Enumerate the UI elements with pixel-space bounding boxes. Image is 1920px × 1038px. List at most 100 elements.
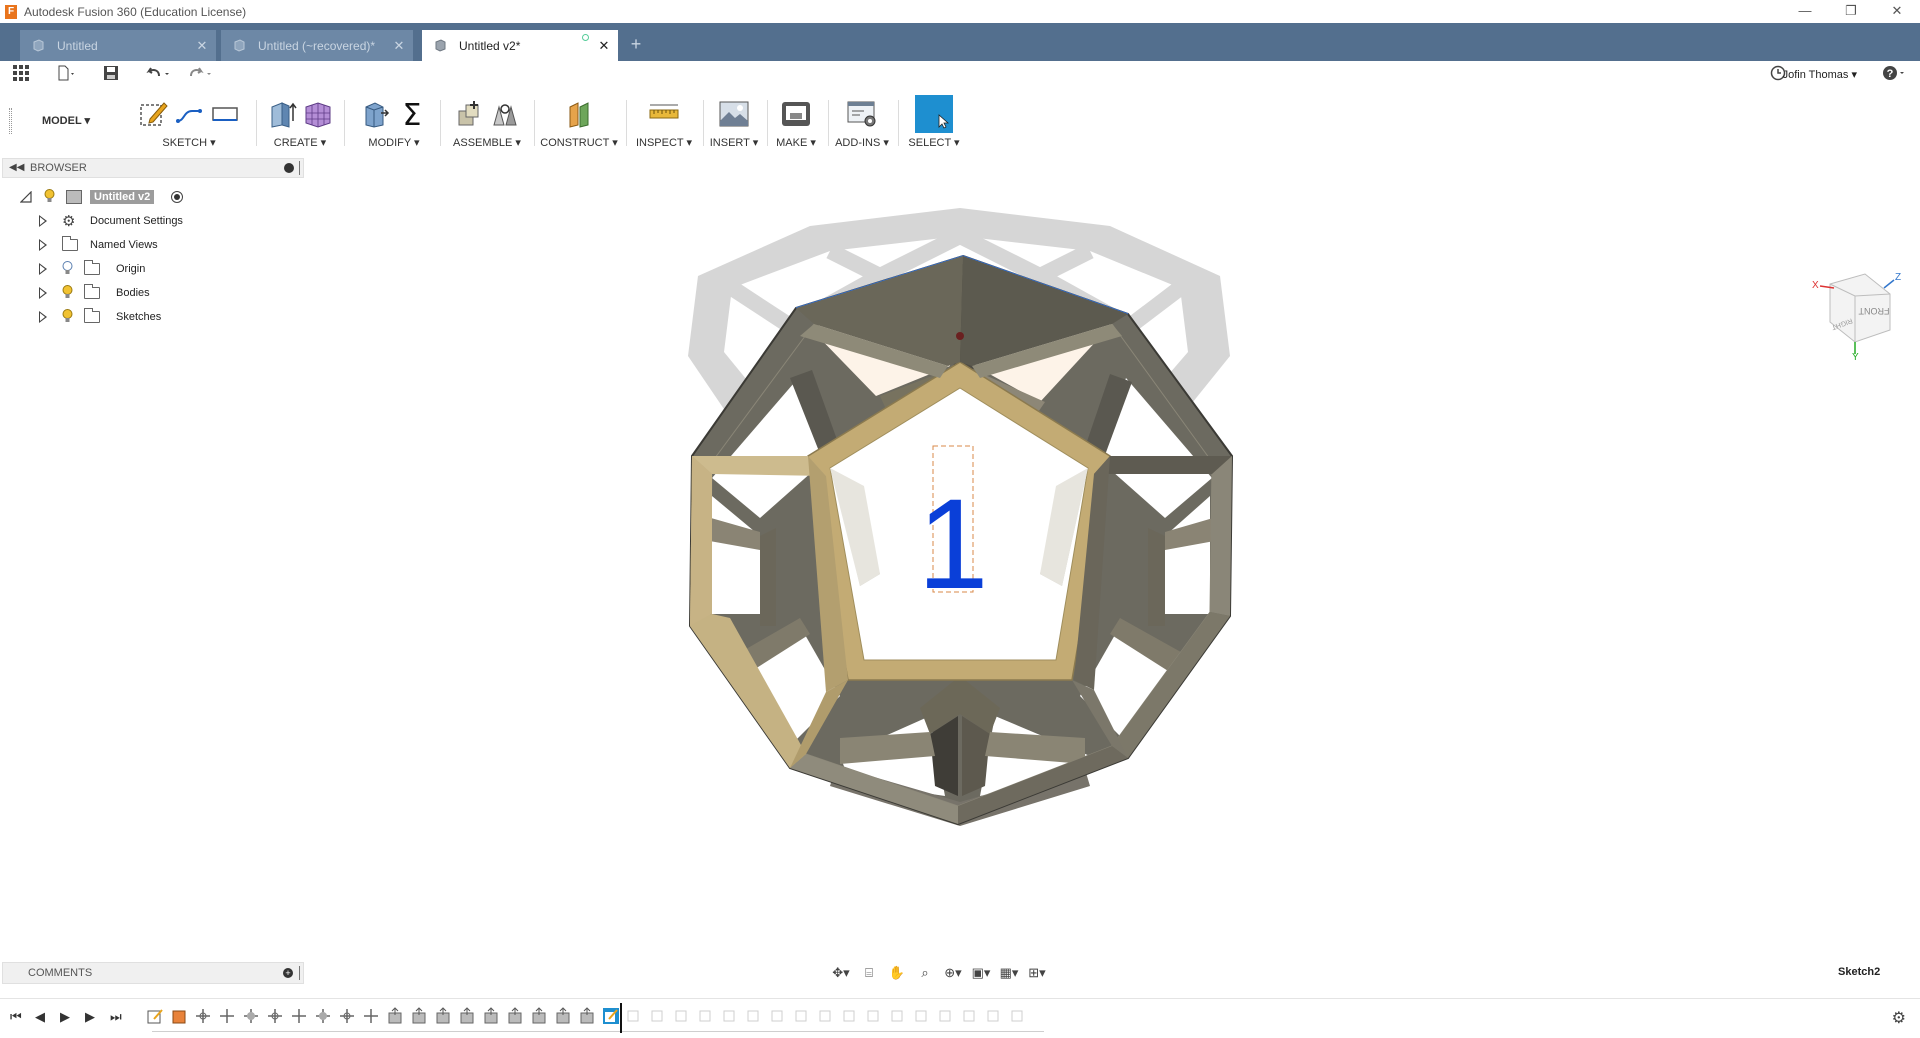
- zoom-icon[interactable]: ⌕: [914, 964, 936, 982]
- group-construct: CONSTRUCT ▾: [538, 94, 620, 152]
- timeline-press-pull-icon[interactable]: [530, 1007, 548, 1025]
- timeline-move-icon[interactable]: [314, 1007, 332, 1025]
- fusion-logo-icon: F: [5, 4, 17, 19]
- close-tab-icon[interactable]: ✕: [594, 38, 614, 54]
- toolbar-ribbon: MODEL ▾ SKETCH ▾ CREATE ▾ Σ MODIFY ▾ ASS…: [0, 90, 1920, 156]
- group-label-create[interactable]: CREATE ▾: [262, 136, 338, 149]
- group-label-select[interactable]: SELECT ▾: [902, 136, 966, 149]
- close-tab-icon[interactable]: ✕: [192, 38, 212, 54]
- joint-icon[interactable]: [489, 98, 521, 130]
- timeline-press-pull-icon[interactable]: [458, 1007, 476, 1025]
- sketch-text[interactable]: 1: [917, 473, 988, 616]
- group-label-addins[interactable]: ADD-INS ▾: [830, 136, 894, 149]
- view-cube[interactable]: FRONT RIGHT X Z Y: [1810, 266, 1906, 365]
- viewports-icon[interactable]: ⊞▾: [1026, 964, 1048, 982]
- comments-panel-header[interactable]: COMMENTS +: [2, 962, 304, 984]
- timeline-move-icon[interactable]: [194, 1007, 212, 1025]
- timeline-move-icon[interactable]: [362, 1007, 380, 1025]
- minimize-button[interactable]: —: [1782, 0, 1828, 23]
- add-comment-icon[interactable]: +: [283, 968, 293, 978]
- save-icon[interactable]: [98, 65, 124, 85]
- display-settings-icon[interactable]: ▣▾: [970, 964, 992, 982]
- ribbon-divider: [534, 100, 535, 146]
- group-label-insert[interactable]: INSERT ▾: [706, 136, 762, 149]
- extrude-icon[interactable]: [266, 98, 298, 130]
- timeline-extrude-icon[interactable]: [170, 1007, 188, 1025]
- ribbon-divider: [256, 100, 257, 146]
- go-to-start-icon[interactable]: ⏮: [10, 1009, 22, 1025]
- canvas-viewport[interactable]: 1 FRONT RIGHT X Z Y: [0, 156, 1920, 956]
- dodecahedron-model[interactable]: 1: [0, 156, 1920, 956]
- group-label-construct[interactable]: CONSTRUCT ▾: [538, 136, 620, 149]
- timeline-press-pull-icon[interactable]: [482, 1007, 500, 1025]
- tab-untitled-v2[interactable]: Untitled v2* ✕: [422, 30, 618, 61]
- timeline-marker[interactable]: [620, 1003, 622, 1033]
- step-back-icon[interactable]: ◀: [35, 1009, 45, 1025]
- group-label-modify[interactable]: MODIFY ▾: [352, 136, 436, 149]
- redo-icon[interactable]: [184, 65, 218, 85]
- group-label-assemble[interactable]: ASSEMBLE ▾: [446, 136, 528, 149]
- group-label-make[interactable]: MAKE ▾: [768, 136, 824, 149]
- go-to-end-icon[interactable]: ⏭: [110, 1009, 122, 1025]
- close-window-button[interactable]: ✕: [1874, 0, 1920, 23]
- timeline-move-icon[interactable]: [338, 1007, 356, 1025]
- step-forward-icon[interactable]: ▶: [85, 1009, 95, 1025]
- insert-image-icon[interactable]: [718, 98, 750, 130]
- timeline-press-pull-icon[interactable]: [386, 1007, 404, 1025]
- zoom-window-icon[interactable]: ⊕▾: [942, 964, 964, 982]
- restore-button[interactable]: ❐: [1828, 0, 1874, 23]
- group-make: MAKE ▾: [768, 94, 824, 152]
- document-icon: [33, 39, 44, 52]
- play-icon[interactable]: ▶: [60, 1009, 70, 1025]
- timeline-press-pull-icon[interactable]: [554, 1007, 572, 1025]
- new-component-icon[interactable]: [453, 98, 485, 130]
- sigma-parameters-icon[interactable]: Σ: [396, 98, 428, 130]
- timeline-press-pull-icon[interactable]: [506, 1007, 524, 1025]
- 3d-print-icon[interactable]: [780, 98, 812, 130]
- timeline-sketch-icon[interactable]: [146, 1007, 164, 1025]
- ribbon-divider: [703, 100, 704, 146]
- group-select: SELECT ▾: [902, 94, 966, 152]
- new-tab-button[interactable]: +: [625, 34, 647, 56]
- rectangle-icon[interactable]: [209, 98, 241, 130]
- select-icon[interactable]: [915, 95, 953, 133]
- timeline-press-pull-icon[interactable]: [434, 1007, 452, 1025]
- timeline-press-pull-icon[interactable]: [410, 1007, 428, 1025]
- timeline-settings-gear-icon[interactable]: ⚙: [1892, 1008, 1906, 1028]
- grid-settings-icon[interactable]: ▦▾: [998, 964, 1020, 982]
- help-icon[interactable]: ?: [1882, 64, 1908, 86]
- close-tab-icon[interactable]: ✕: [389, 38, 409, 54]
- line-icon[interactable]: [173, 98, 205, 130]
- timeline-press-pull-icon[interactable]: [578, 1007, 596, 1025]
- create-form-icon[interactable]: [302, 98, 334, 130]
- tab-label: Untitled: [57, 38, 98, 53]
- user-account-menu[interactable]: Jofin Thomas ▾: [1783, 68, 1857, 81]
- file-menu-icon[interactable]: [52, 65, 82, 85]
- tab-untitled-recovered[interactable]: Untitled (~recovered)* ✕: [221, 30, 413, 61]
- orbit-icon[interactable]: ✥▾: [830, 964, 852, 982]
- group-modify: Σ MODIFY ▾: [352, 94, 436, 152]
- undo-icon[interactable]: [142, 65, 176, 85]
- group-label-sketch[interactable]: SKETCH ▾: [128, 136, 250, 149]
- group-label-inspect[interactable]: INSPECT ▾: [630, 136, 698, 149]
- toolbar-grip[interactable]: [9, 108, 12, 134]
- workspace-switcher[interactable]: MODEL ▾: [30, 110, 102, 132]
- timeline-move-icon[interactable]: [218, 1007, 236, 1025]
- sketch-point[interactable]: [956, 332, 964, 340]
- navigation-bar: ✥▾ ⌸ ✋ ⌕ ⊕▾ ▣▾ ▦▾ ⊞▾: [830, 962, 1048, 984]
- timeline-move-icon[interactable]: [242, 1007, 260, 1025]
- timeline-track[interactable]: [152, 1031, 1044, 1032]
- data-panel-grid-icon[interactable]: [8, 65, 34, 85]
- press-pull-icon[interactable]: [360, 98, 392, 130]
- tab-untitled[interactable]: Untitled ✕: [20, 30, 216, 61]
- look-at-icon[interactable]: ⌸: [858, 964, 880, 982]
- pan-hand-icon[interactable]: ✋: [886, 964, 908, 982]
- timeline-move-icon[interactable]: [266, 1007, 284, 1025]
- offset-plane-icon[interactable]: [563, 98, 595, 130]
- scripts-addins-icon[interactable]: [846, 98, 878, 130]
- measure-icon[interactable]: [648, 98, 680, 130]
- create-sketch-icon[interactable]: [137, 98, 169, 130]
- timeline-move-icon[interactable]: [290, 1007, 308, 1025]
- timeline-active-sketch-icon[interactable]: [602, 1007, 620, 1025]
- comments-pin-icon[interactable]: [299, 966, 301, 980]
